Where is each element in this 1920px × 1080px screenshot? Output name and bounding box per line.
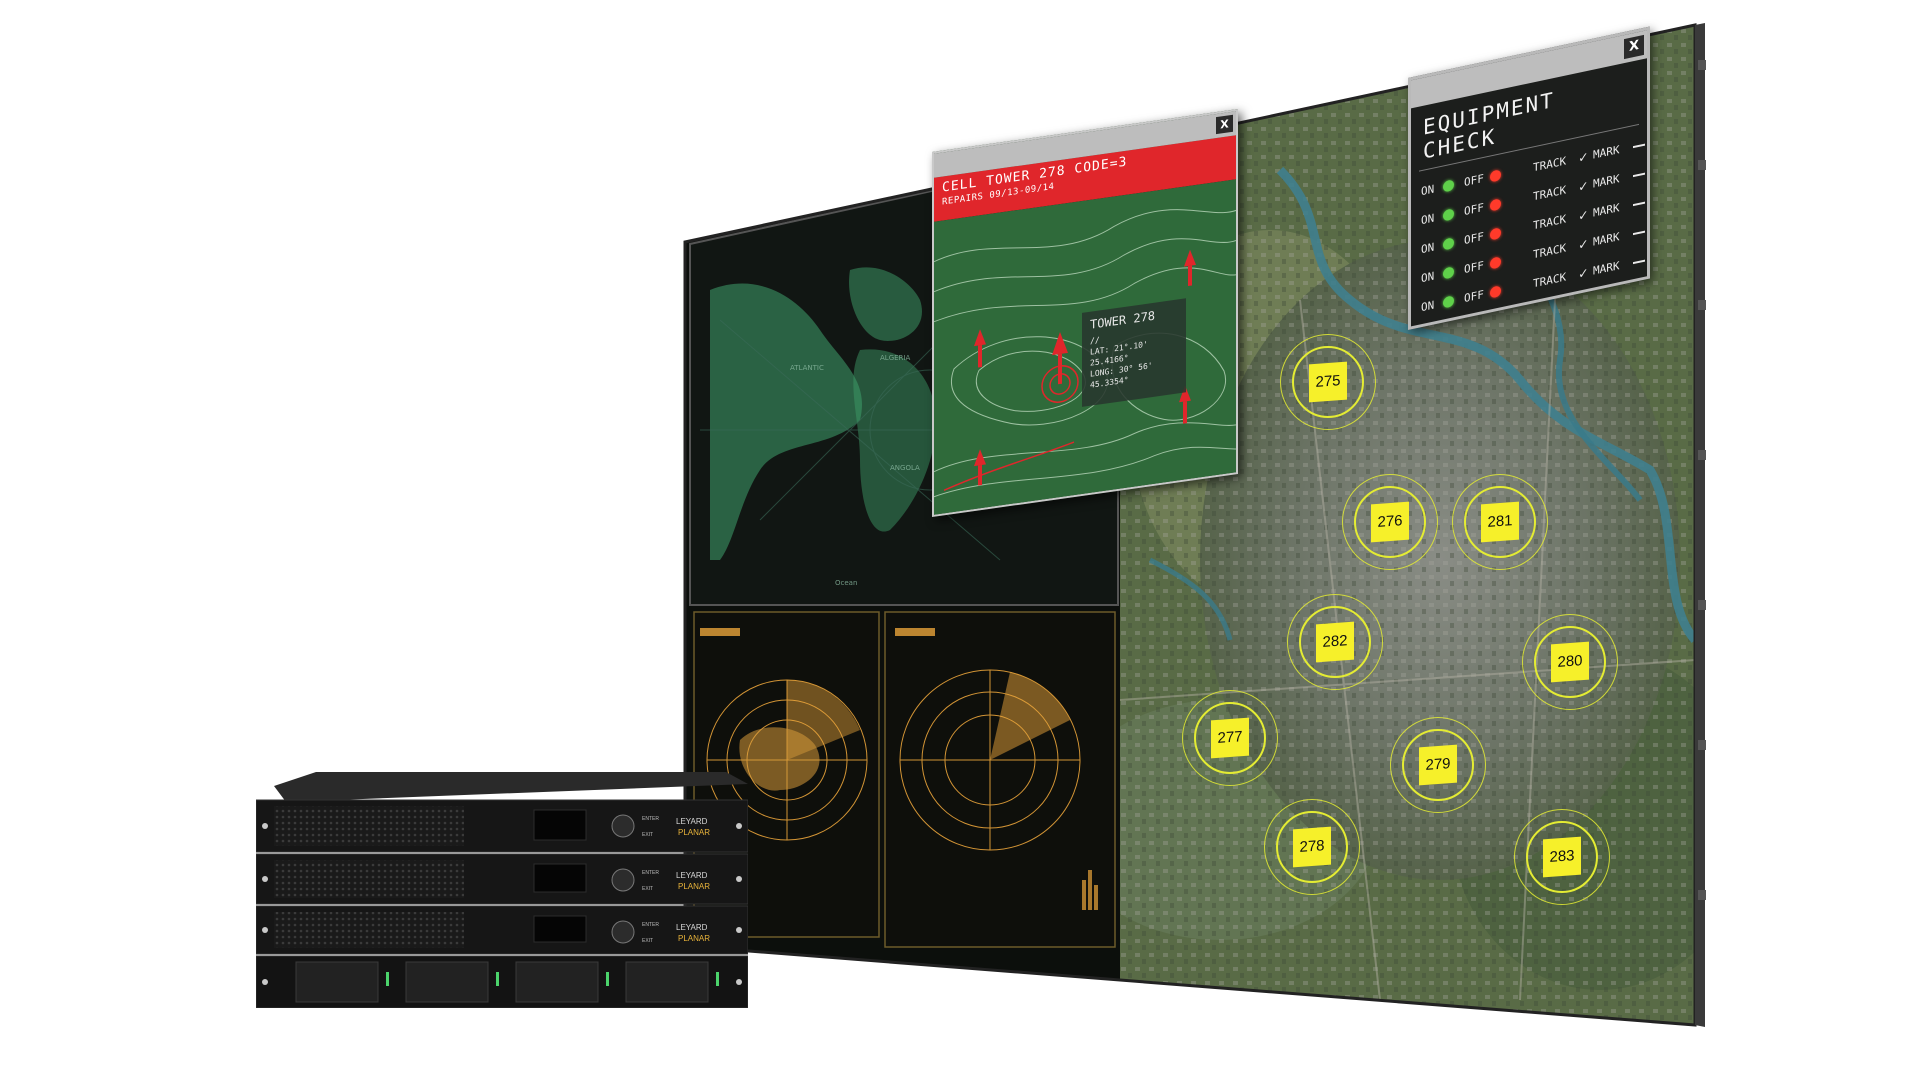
exit-button[interactable]: EXIT xyxy=(642,832,653,838)
track-label[interactable]: TRACK xyxy=(1533,181,1579,203)
on-label: ON xyxy=(1421,182,1435,199)
off-label: OFF xyxy=(1464,229,1484,248)
marker-label[interactable]: 281 xyxy=(1481,501,1519,543)
close-icon[interactable]: X xyxy=(1624,34,1644,60)
off-indicator-icon[interactable] xyxy=(1490,198,1501,212)
track-label[interactable]: TRACK xyxy=(1533,239,1579,261)
close-icon[interactable]: X xyxy=(1216,114,1233,135)
exit-button[interactable]: EXIT xyxy=(642,938,653,944)
topographic-map[interactable]: TOWER 278 // LAT: 21°.10' 25.4166° LONG:… xyxy=(934,179,1236,515)
marker-label[interactable]: 277 xyxy=(1211,717,1249,759)
off-label: OFF xyxy=(1464,200,1484,219)
product-logo: PLANAR xyxy=(678,828,710,837)
rack-power-unit xyxy=(256,955,748,1008)
checkmark-icon[interactable]: ✓ xyxy=(1579,205,1593,224)
on-indicator-icon[interactable] xyxy=(1443,179,1454,193)
mark-label[interactable]: MARK xyxy=(1593,256,1633,278)
track-label[interactable]: TRACK xyxy=(1533,268,1579,290)
dash-icon xyxy=(1633,201,1645,206)
off-label: OFF xyxy=(1464,287,1484,306)
marker-label[interactable]: 283 xyxy=(1543,836,1581,878)
product-logo: PLANAR xyxy=(678,882,710,891)
dpad-icon[interactable] xyxy=(611,920,635,944)
dpad-icon[interactable] xyxy=(611,814,635,838)
marker-label[interactable]: 276 xyxy=(1371,501,1409,543)
dash-icon xyxy=(1633,172,1645,177)
brand-logo: LEYARD xyxy=(676,923,708,932)
track-label[interactable]: TRACK xyxy=(1533,210,1579,232)
off-indicator-icon[interactable] xyxy=(1490,227,1501,241)
product-logo: PLANAR xyxy=(678,934,710,943)
brand-logo: LEYARD xyxy=(676,871,708,880)
cell-tower-popup[interactable]: X CELL TOWER 278 CODE=3 REPAIRS 09/13-09… xyxy=(932,108,1238,517)
dash-icon xyxy=(1633,143,1645,148)
on-label: ON xyxy=(1421,298,1435,315)
on-indicator-icon[interactable] xyxy=(1443,266,1454,280)
marker-label[interactable]: 280 xyxy=(1551,641,1589,683)
video-processor-rack: ENTER EXIT LEYARD PLANAR ENTER EXIT LEYARD PLAN… xyxy=(256,772,748,1008)
checkmark-icon[interactable]: ✓ xyxy=(1579,176,1593,195)
on-indicator-icon[interactable] xyxy=(1443,295,1454,309)
enter-button[interactable]: ENTER xyxy=(642,922,659,928)
mark-label[interactable]: MARK xyxy=(1593,198,1633,220)
track-label[interactable]: TRACK xyxy=(1533,152,1579,174)
checkmark-icon[interactable]: ✓ xyxy=(1579,147,1593,166)
exit-button[interactable]: EXIT xyxy=(642,886,653,892)
mark-label[interactable]: MARK xyxy=(1593,140,1633,162)
off-indicator-icon[interactable] xyxy=(1490,285,1501,299)
off-indicator-icon[interactable] xyxy=(1490,169,1501,183)
enter-button[interactable]: ENTER xyxy=(642,816,659,822)
checkmark-icon[interactable]: ✓ xyxy=(1579,234,1593,253)
marker-label[interactable]: 279 xyxy=(1419,744,1457,786)
off-label: OFF xyxy=(1464,258,1484,277)
on-indicator-icon[interactable] xyxy=(1443,208,1454,222)
dash-icon xyxy=(1633,259,1645,264)
mark-label[interactable]: MARK xyxy=(1593,227,1633,249)
mark-label[interactable]: MARK xyxy=(1593,169,1633,191)
dash-icon xyxy=(1633,230,1645,235)
on-label: ON xyxy=(1421,211,1435,228)
equipment-check-panel[interactable]: X EQUIPMENT CHECK ON OFF TRACK ✓ MARK ON OFF TR… xyxy=(1408,26,1650,331)
rack-unit-3 xyxy=(256,905,748,955)
marker-label[interactable]: 278 xyxy=(1293,826,1331,868)
dpad-icon[interactable] xyxy=(611,868,635,892)
marker-label[interactable]: 282 xyxy=(1316,621,1354,663)
checkmark-icon[interactable]: ✓ xyxy=(1579,263,1593,282)
on-indicator-icon[interactable] xyxy=(1443,237,1454,251)
off-label: OFF xyxy=(1464,171,1484,190)
rack-unit-1 xyxy=(256,799,748,853)
tower-info-label: TOWER 278 // LAT: 21°.10' 25.4166° LONG:… xyxy=(1082,298,1186,407)
off-indicator-icon[interactable] xyxy=(1490,256,1501,270)
marker-label[interactable]: 275 xyxy=(1309,361,1347,403)
enter-button[interactable]: ENTER xyxy=(642,870,659,876)
on-label: ON xyxy=(1421,269,1435,286)
brand-logo: LEYARD xyxy=(676,817,708,826)
on-label: ON xyxy=(1421,240,1435,257)
rack-unit-2 xyxy=(256,853,748,905)
